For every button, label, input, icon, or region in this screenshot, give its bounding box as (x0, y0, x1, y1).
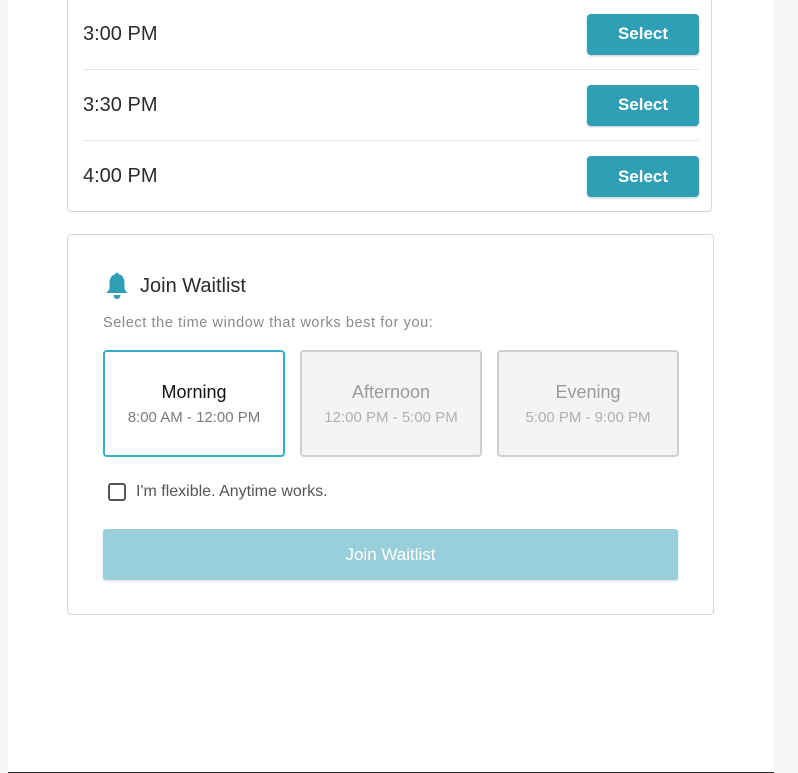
flexible-label[interactable]: I'm flexible. Anytime works. (136, 483, 328, 501)
page: 3:00 PM Select 3:30 PM Select 4:00 PM Se… (8, 0, 774, 773)
slot-time: 3:30 PM (83, 93, 158, 116)
time-window-morning[interactable]: Morning 8:00 AM - 12:00 PM (103, 350, 285, 457)
waitlist-title: Join Waitlist (140, 274, 246, 297)
select-slot-button[interactable]: Select (587, 84, 699, 126)
time-window-afternoon[interactable]: Afternoon 12:00 PM - 5:00 PM (300, 350, 482, 457)
slot-time: 3:00 PM (83, 22, 158, 45)
select-slot-button[interactable]: Select (587, 13, 699, 55)
time-slots-card: 3:00 PM Select 3:30 PM Select 4:00 PM Se… (67, 0, 712, 212)
bell-icon (104, 272, 130, 300)
select-slot-button[interactable]: Select (587, 156, 699, 197)
flexible-option[interactable]: I'm flexible. Anytime works. (108, 483, 328, 501)
waitlist-header: Join Waitlist (104, 272, 246, 300)
window-range: 5:00 PM - 9:00 PM (525, 409, 651, 426)
window-range: 12:00 PM - 5:00 PM (324, 409, 458, 426)
flexible-checkbox[interactable] (108, 483, 126, 501)
join-waitlist-button[interactable]: Join Waitlist (103, 529, 678, 580)
window-name: Morning (161, 382, 227, 402)
time-slot-row: 4:00 PM Select (83, 141, 699, 212)
waitlist-instructions: Select the time window that works best f… (103, 315, 434, 331)
slot-time: 4:00 PM (83, 165, 158, 187)
window-name: Afternoon (351, 382, 431, 402)
time-window-evening[interactable]: Evening 5:00 PM - 9:00 PM (497, 350, 679, 457)
window-name: Evening (555, 382, 621, 402)
waitlist-card: Join Waitlist Select the time window tha… (67, 234, 714, 615)
time-slot-row: 3:30 PM Select (83, 70, 699, 141)
window-range: 8:00 AM - 12:00 PM (127, 409, 261, 426)
time-slot-row: 3:00 PM Select (83, 0, 699, 70)
